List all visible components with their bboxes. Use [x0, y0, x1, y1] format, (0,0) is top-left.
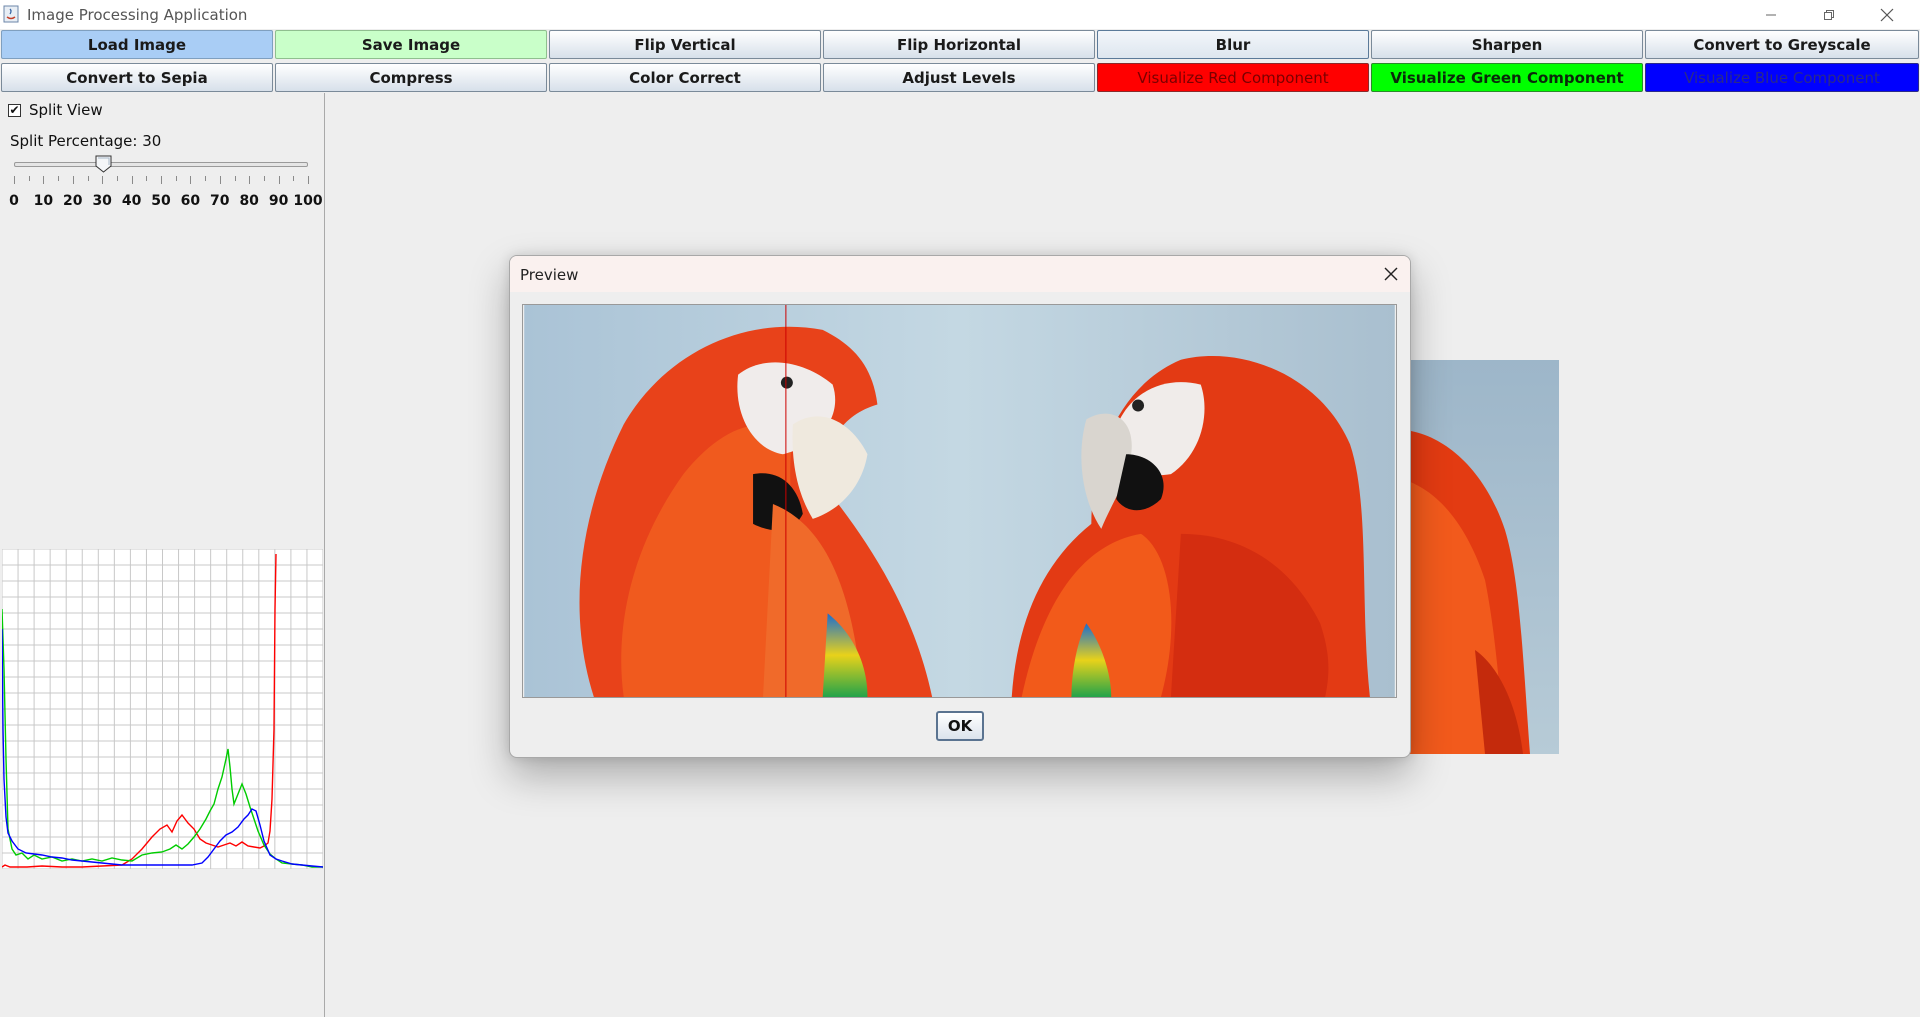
color-correct-button[interactable]: Color Correct	[549, 63, 821, 92]
canvas-image	[1405, 360, 1559, 754]
slider-tick	[205, 176, 207, 181]
slider-tick-label: 10	[33, 193, 54, 209]
split-view-label[interactable]: Split View	[29, 101, 103, 119]
slider-tick	[116, 176, 118, 181]
slider-tick	[72, 176, 74, 184]
window-title: Image Processing Application	[27, 6, 248, 24]
adjust-levels-button[interactable]: Adjust Levels	[823, 63, 1095, 92]
restore-icon	[1824, 9, 1834, 20]
close-button[interactable]	[1858, 0, 1916, 29]
split-percentage-value: 30	[142, 132, 162, 150]
visualize-red-component-button[interactable]: Visualize Red Component	[1097, 63, 1369, 92]
slider-tick-label: 70	[210, 193, 230, 209]
flip-horizontal-button[interactable]: Flip Horizontal	[823, 30, 1095, 59]
dialog-titlebar: Preview	[510, 256, 1410, 292]
preview-image	[522, 304, 1397, 698]
split-slider-track[interactable]	[14, 162, 308, 167]
sharpen-button[interactable]: Sharpen	[1371, 30, 1643, 59]
slider-tick-label: 80	[239, 193, 259, 209]
load-image-button[interactable]: Load Image	[1, 30, 273, 59]
slider-tick	[146, 176, 148, 181]
slider-tick	[278, 176, 280, 184]
close-icon	[1880, 8, 1894, 21]
slider-tick	[293, 176, 295, 181]
close-icon[interactable]	[1381, 264, 1401, 284]
slider-tick	[249, 176, 251, 184]
visualize-green-component-button[interactable]: Visualize Green Component	[1371, 63, 1643, 92]
slider-tick-label: 30	[92, 193, 112, 209]
left-panel: ✔ Split View Split Percentage: 30 0 10 20 3…	[0, 93, 325, 1017]
slider-tick	[28, 176, 30, 181]
slider-tick	[234, 176, 236, 181]
save-image-button[interactable]: Save Image	[275, 30, 547, 59]
slider-tick	[175, 176, 177, 181]
slider-tick	[102, 176, 104, 184]
preview-dialog: Preview OK	[509, 255, 1411, 758]
flip-vertical-button[interactable]: Flip Vertical	[549, 30, 821, 59]
slider-tick-label: 90	[268, 193, 289, 209]
slider-tick	[43, 176, 45, 184]
slider-tick	[219, 176, 221, 184]
window-titlebar: Image Processing Application	[0, 0, 1920, 29]
dialog-title: Preview	[520, 266, 579, 284]
split-percentage-label: Split Percentage: 30	[10, 132, 161, 150]
slider-tick	[87, 176, 89, 181]
minimize-button[interactable]	[1742, 0, 1800, 29]
restore-button[interactable]	[1800, 0, 1858, 29]
slider-tick-label: 20	[63, 193, 83, 209]
slider-tick-label: 40	[121, 193, 142, 209]
slider-tick	[190, 176, 192, 184]
compress-button[interactable]: Compress	[275, 63, 547, 92]
visualize-blue-component-button[interactable]: Visualize Blue Component	[1645, 63, 1919, 92]
slider-tick	[58, 176, 60, 181]
slider-tick	[131, 176, 133, 184]
split-percentage-text: Split Percentage:	[10, 132, 138, 150]
convert-to-greyscale-button[interactable]: Convert to Greyscale	[1645, 30, 1919, 59]
blur-button[interactable]: Blur	[1097, 30, 1369, 59]
slider-tick-label: 0	[9, 193, 19, 209]
histogram-chart	[2, 549, 323, 869]
slider-tick	[14, 176, 15, 184]
slider-tick-label: 50	[151, 193, 171, 209]
split-view-checkbox[interactable]: ✔	[8, 104, 21, 117]
slider-tick	[308, 176, 309, 184]
java-app-icon	[3, 5, 19, 23]
convert-to-sepia-button[interactable]: Convert to Sepia	[1, 63, 273, 92]
ok-button[interactable]: OK	[936, 711, 984, 741]
slider-tick-label: 100	[293, 193, 323, 209]
slider-tick	[161, 176, 162, 184]
minimize-icon	[1766, 14, 1776, 15]
split-slider-thumb[interactable]	[95, 155, 112, 173]
slider-tick	[263, 176, 265, 181]
slider-tick-label: 60	[180, 193, 201, 209]
toolbar: Load Image Save Image Flip Vertical Flip…	[0, 29, 1920, 93]
